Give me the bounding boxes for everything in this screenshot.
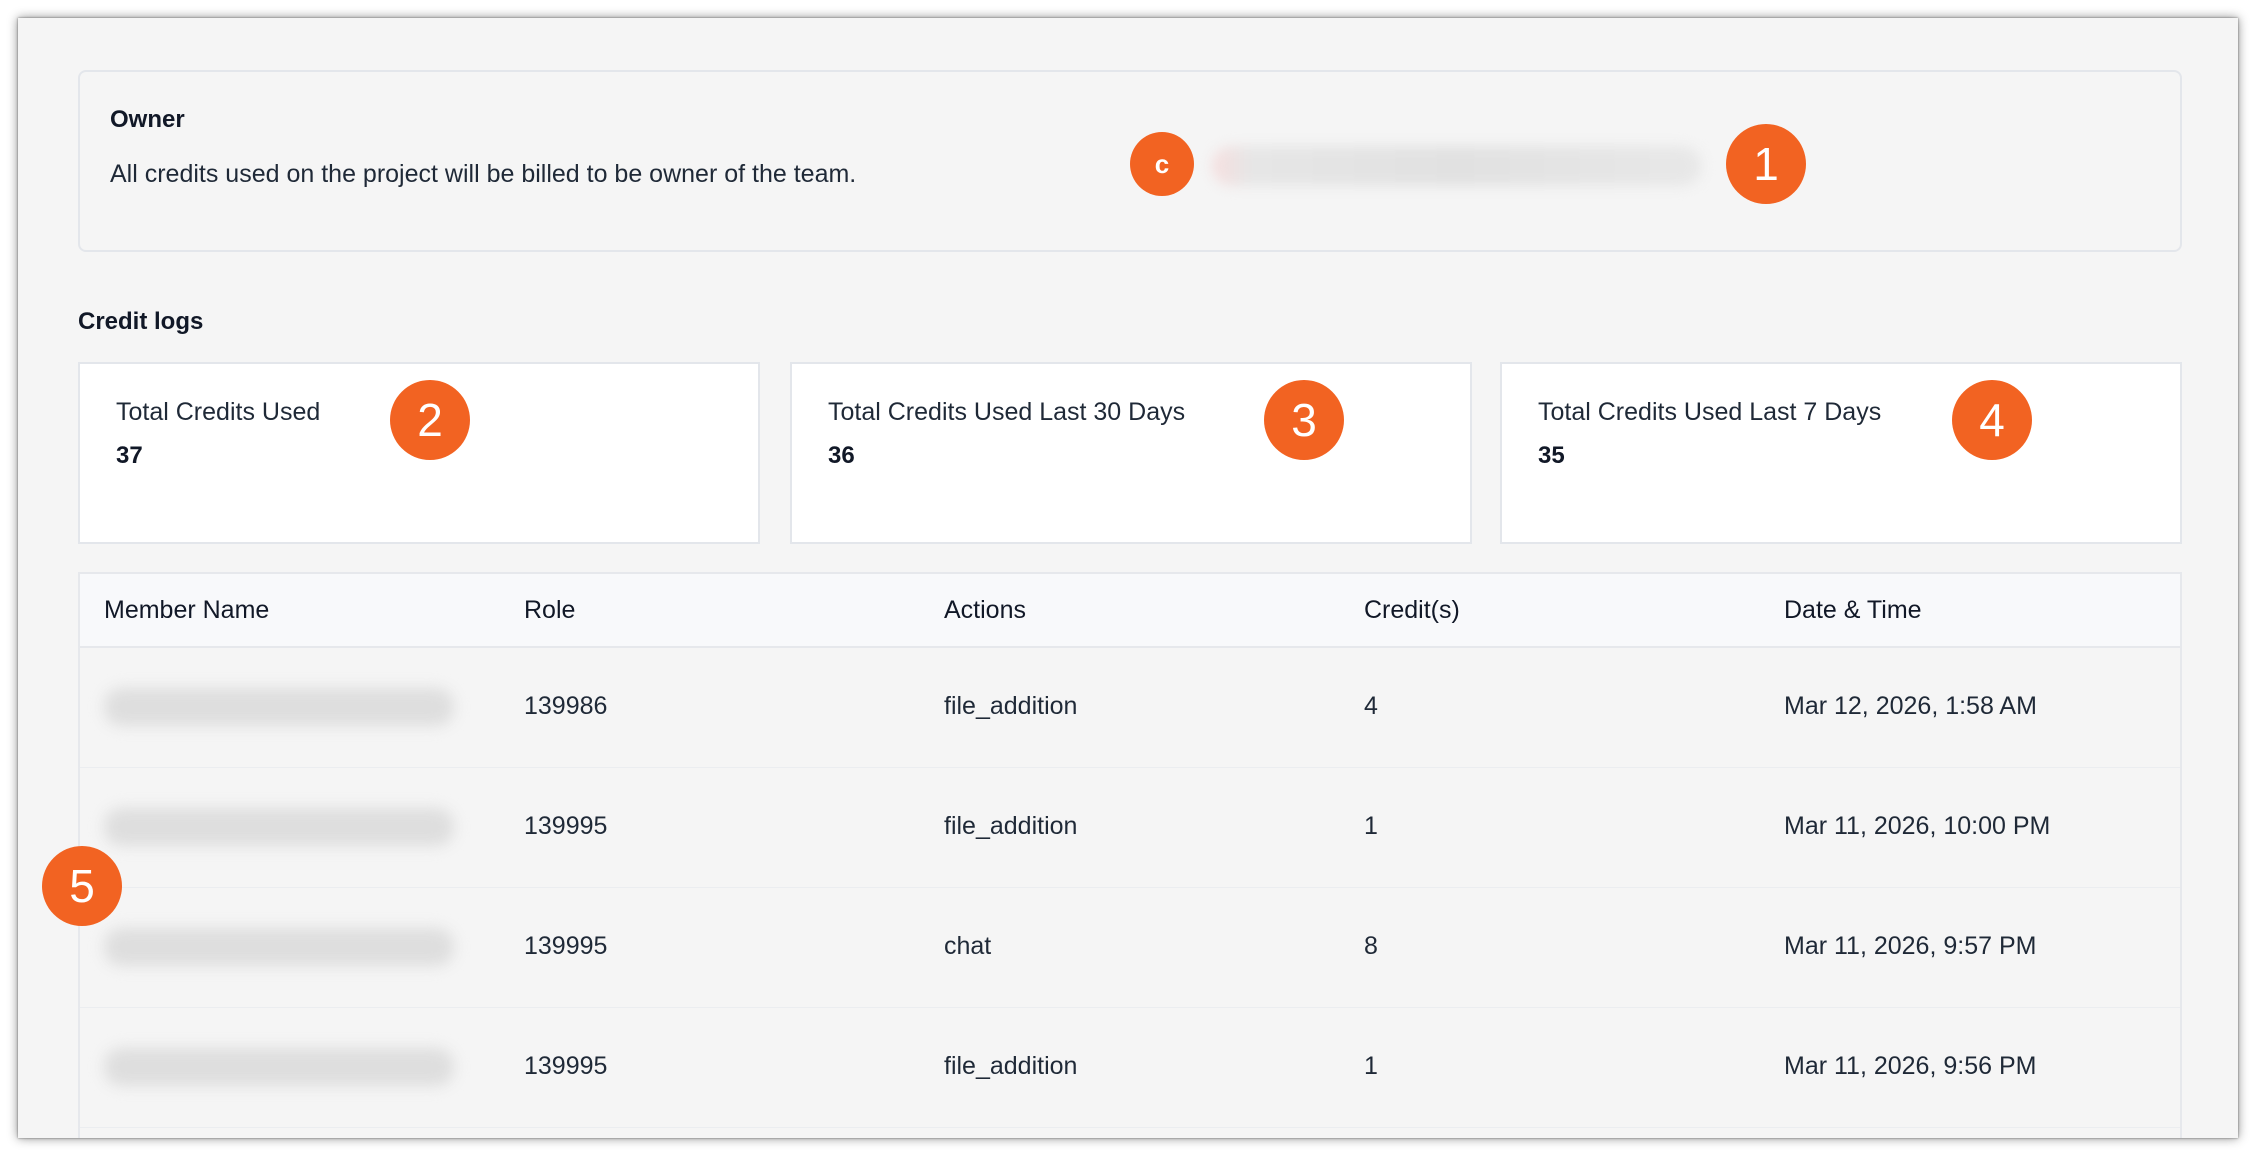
table-row: 139995 file_addition 1 Mar 11, 2026, 10:… <box>80 768 2180 888</box>
screenshot-frame: Owner All credits used on the project wi… <box>18 18 2238 1138</box>
column-header-member-name: Member Name <box>104 596 270 624</box>
role-cell: 139995 <box>524 1052 608 1080</box>
credits-cell: 1 <box>1364 1052 1378 1080</box>
callout-badge-4: 4 <box>1952 380 2032 460</box>
stat-card-last-30-days: Total Credits Used Last 30 Days 36 <box>790 362 1472 544</box>
datetime-cell: Mar 11, 2026, 10:00 PM <box>1784 812 2051 840</box>
table-row: 139995 chat 8 Mar 11, 2026, 9:57 PM <box>80 888 2180 1008</box>
stat-label: Total Credits Used <box>116 398 321 426</box>
stat-value: 35 <box>1538 442 1565 469</box>
datetime-cell: Mar 11, 2026, 9:57 PM <box>1784 932 2037 960</box>
credits-cell: 4 <box>1364 692 1378 720</box>
action-cell: file_addition <box>944 1052 1078 1080</box>
table-header: Member Name Role Actions Credit(s) Date … <box>80 574 2180 648</box>
member-name-redacted <box>104 928 454 966</box>
column-header-role: Role <box>524 596 576 624</box>
owner-email-redacted <box>1212 146 1702 186</box>
role-cell: 139995 <box>524 932 608 960</box>
callout-badge-5: 5 <box>42 846 122 926</box>
callout-badge-2: 2 <box>390 380 470 460</box>
owner-description: All credits used on the project will be … <box>110 160 857 188</box>
stat-value: 37 <box>116 442 143 469</box>
stat-label: Total Credits Used Last 7 Days <box>1538 398 1882 426</box>
member-name-redacted <box>104 808 454 846</box>
column-header-actions: Actions <box>944 596 1026 624</box>
owner-title: Owner <box>110 106 185 133</box>
owner-avatar: c <box>1130 132 1194 196</box>
credit-logs-title: Credit logs <box>78 308 204 335</box>
action-cell: chat <box>944 932 992 960</box>
action-cell: file_addition <box>944 812 1078 840</box>
stat-value: 36 <box>828 442 855 469</box>
credit-logs-table: Member Name Role Actions Credit(s) Date … <box>78 572 2182 1138</box>
member-name-redacted <box>104 1048 454 1086</box>
stat-card-last-7-days: Total Credits Used Last 7 Days 35 <box>1500 362 2182 544</box>
action-cell: file_addition <box>944 692 1078 720</box>
column-header-date-time: Date & Time <box>1784 596 1922 624</box>
table-row: 139986 file_addition 4 Mar 12, 2026, 1:5… <box>80 648 2180 768</box>
callout-badge-3: 3 <box>1264 380 1344 460</box>
datetime-cell: Mar 12, 2026, 1:58 AM <box>1784 692 2037 720</box>
role-cell: 139995 <box>524 812 608 840</box>
owner-card: Owner All credits used on the project wi… <box>78 70 2182 252</box>
table-row: 139995 file_addition 1 Mar 11, 2026, 9:5… <box>80 1008 2180 1128</box>
credits-cell: 8 <box>1364 932 1378 960</box>
callout-badge-1: 1 <box>1726 124 1806 204</box>
datetime-cell: Mar 11, 2026, 9:56 PM <box>1784 1052 2037 1080</box>
member-name-redacted <box>104 688 454 726</box>
stat-label: Total Credits Used Last 30 Days <box>828 398 1186 426</box>
role-cell: 139986 <box>524 692 608 720</box>
credits-cell: 1 <box>1364 812 1378 840</box>
column-header-credits: Credit(s) <box>1364 596 1460 624</box>
